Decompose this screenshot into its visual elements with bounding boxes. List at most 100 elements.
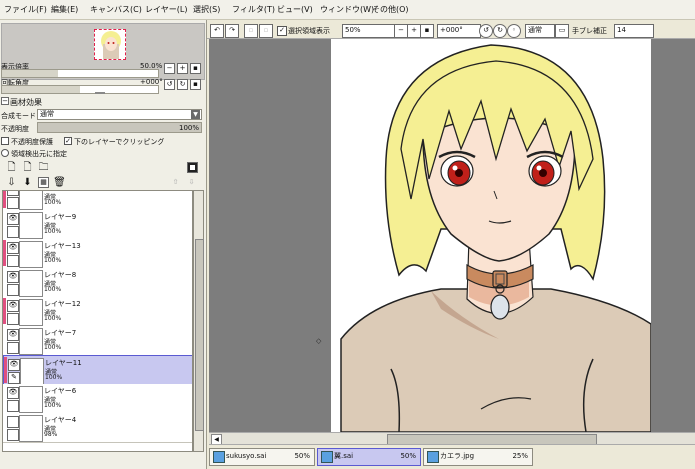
merge-down-icon[interactable]: ⬇ [22, 177, 33, 188]
rotate-ccw-icon[interactable]: ↺ [479, 24, 493, 38]
layer-color-mark [3, 327, 6, 353]
delete-layer-icon[interactable]: 🗑 [53, 177, 66, 188]
layer-lock-checkbox[interactable] [7, 197, 19, 209]
file-thumbnail-icon [213, 451, 225, 463]
layer-opacity: 100% [44, 344, 62, 351]
eye-icon[interactable] [7, 416, 19, 428]
clear-layer-icon[interactable]: ▦ [38, 177, 49, 188]
redo-icon[interactable]: ↷ [225, 24, 239, 38]
panel-menu-icon[interactable] [187, 162, 198, 173]
preserve-opacity-checkbox[interactable] [1, 137, 9, 145]
eye-icon[interactable]: 👁 [7, 213, 19, 225]
layer-thumbnail [19, 241, 43, 268]
invert-selection-icon[interactable]: ▫ [259, 24, 273, 38]
layer-lock-checkbox[interactable] [7, 284, 19, 296]
new-linework-icon[interactable]: 🗋 [22, 162, 33, 173]
layer-row[interactable]: 👁 レイヤー8 通常 100% [3, 268, 192, 298]
selection-source-radio[interactable] [1, 149, 9, 157]
show-selection-checkbox[interactable]: ✓ [277, 26, 287, 36]
layer-list[interactable]: レイヤー14通常100%👁レイヤー9通常100%👁レイヤー13通常100%👁レイ… [2, 190, 193, 452]
clip-lower-checkbox[interactable]: ✓ [64, 137, 72, 145]
menu-edit[interactable]: 編集(E) [51, 4, 78, 15]
eye-icon[interactable]: 👁 [7, 271, 19, 283]
flip-horizontal-icon[interactable]: ▭ [555, 24, 569, 38]
layer-row[interactable]: 👁 レイヤー7 通常 100% [3, 326, 192, 356]
layer-lock-checkbox[interactable]: ✎ [8, 372, 20, 384]
zoom-out-button[interactable]: − [164, 63, 175, 74]
file-tab[interactable]: 翼.sai 50% [317, 448, 421, 466]
layer-up-icon[interactable]: ⇧ [170, 177, 181, 188]
layer-row[interactable]: 👁 レイヤー13 通常 100% [3, 239, 192, 269]
layer-row[interactable]: 👁 レイヤー6 通常 100% [3, 384, 192, 414]
layer-down-icon[interactable]: ⇩ [186, 177, 197, 188]
file-tab-name: 翼.sai [334, 452, 354, 460]
new-layer-icon[interactable]: 🗋 [6, 162, 17, 173]
menu-select[interactable]: 選択(S) [193, 4, 220, 15]
rotate-right-button[interactable]: ↻ [177, 79, 188, 90]
eye-icon[interactable]: 👁 [7, 300, 19, 312]
layer-list-scrollbar[interactable] [193, 190, 204, 452]
rotate-cw-icon[interactable]: ↻ [493, 24, 507, 38]
blend-mode-select[interactable]: 通常 ▼ [37, 109, 202, 120]
zoom-fit-icon[interactable]: ▪ [420, 24, 434, 38]
eye-icon[interactable] [7, 191, 19, 196]
menu-other[interactable]: その他(O) [372, 4, 409, 15]
eye-icon[interactable]: 👁 [7, 387, 19, 399]
layer-color-mark [3, 385, 6, 411]
display-mode-select[interactable]: 通常 [525, 24, 555, 38]
menu-window[interactable]: ウィンドウ(W) [320, 4, 374, 15]
deselect-icon[interactable]: ▫ [244, 24, 258, 38]
layer-lock-checkbox[interactable] [7, 400, 19, 412]
rotate-slider[interactable] [1, 85, 159, 94]
undo-icon[interactable]: ↶ [210, 24, 224, 38]
eye-icon[interactable]: 👁 [8, 359, 20, 371]
layer-color-mark [3, 240, 6, 266]
splitter-grip[interactable] [95, 92, 105, 94]
opacity-slider[interactable]: 100% [37, 122, 202, 133]
zoom-out-toolbar-icon[interactable]: − [394, 24, 408, 38]
zoom-in-toolbar-icon[interactable]: + [407, 24, 421, 38]
menu-filter[interactable]: フィルタ(T) [232, 4, 275, 15]
transfer-down-icon[interactable]: ⇩ [6, 177, 17, 188]
opacity-value: 100% [178, 124, 199, 132]
file-tab[interactable]: カエラ.jpg 25% [423, 448, 533, 466]
menu-canvas[interactable]: キャンバス(C) [90, 4, 142, 15]
layer-lock-checkbox[interactable] [7, 255, 19, 267]
layer-row[interactable]: レイヤー14通常100% [3, 191, 192, 211]
file-tab-name: カエラ.jpg [440, 452, 475, 460]
zoom-reset-button[interactable]: ▪ [190, 63, 201, 74]
layer-row[interactable]: 👁 レイヤー9 通常 100% [3, 210, 192, 240]
layer-opacity: 100% [44, 402, 62, 409]
menu-view[interactable]: ビュー(V) [277, 4, 313, 15]
layer-row[interactable]: レイヤー4 通常 98% [3, 413, 192, 443]
zoom-slider[interactable] [1, 69, 159, 78]
canvas-toolbar: ↶ ↷ ▫ ▫ ✓ 選択領域表示 50% − + ▪ +000° ↺ ↻ ◦ 通… [207, 20, 695, 39]
layer-lock-checkbox[interactable] [7, 342, 19, 354]
eye-icon[interactable]: 👁 [7, 242, 19, 254]
rotate-left-button[interactable]: ↺ [164, 79, 175, 90]
layer-thumbnail [19, 191, 43, 210]
layer-lock-checkbox[interactable] [7, 226, 19, 238]
canvas-horizontal-scrollbar[interactable]: ◀ [209, 432, 695, 445]
rotate-reset-button[interactable]: ▪ [190, 79, 201, 90]
layer-row[interactable]: 👁 レイヤー12 通常 100% [3, 297, 192, 327]
layer-lock-checkbox[interactable] [7, 429, 19, 441]
menu-layer[interactable]: レイヤー(L) [145, 4, 187, 15]
stabilizer-select[interactable]: 14 [614, 24, 654, 38]
layer-scroll-thumb[interactable] [195, 239, 204, 431]
eye-icon[interactable]: 👁 [7, 329, 19, 341]
new-folder-icon[interactable]: 🗀 [38, 162, 49, 173]
layer-row[interactable]: 👁 ✎ レイヤー11 通常 100% [3, 355, 192, 386]
navigator-thumbnail[interactable] [94, 29, 126, 60]
layer-color-mark [3, 414, 6, 440]
canvas-artwork[interactable] [331, 39, 651, 432]
menu-file[interactable]: ファイル(F) [4, 4, 47, 15]
rotation-select[interactable]: +000° [437, 24, 481, 38]
texture-toggle-icon[interactable]: − [1, 97, 9, 105]
zoom-select[interactable]: 50% [342, 24, 396, 38]
zoom-in-button[interactable]: + [177, 63, 188, 74]
rotate-reset-toolbar-icon[interactable]: ◦ [507, 24, 521, 38]
layer-lock-checkbox[interactable] [7, 313, 19, 325]
file-tab-name: sukusyo.sai [226, 452, 267, 460]
file-tab[interactable]: sukusyo.sai 50% [209, 448, 315, 466]
